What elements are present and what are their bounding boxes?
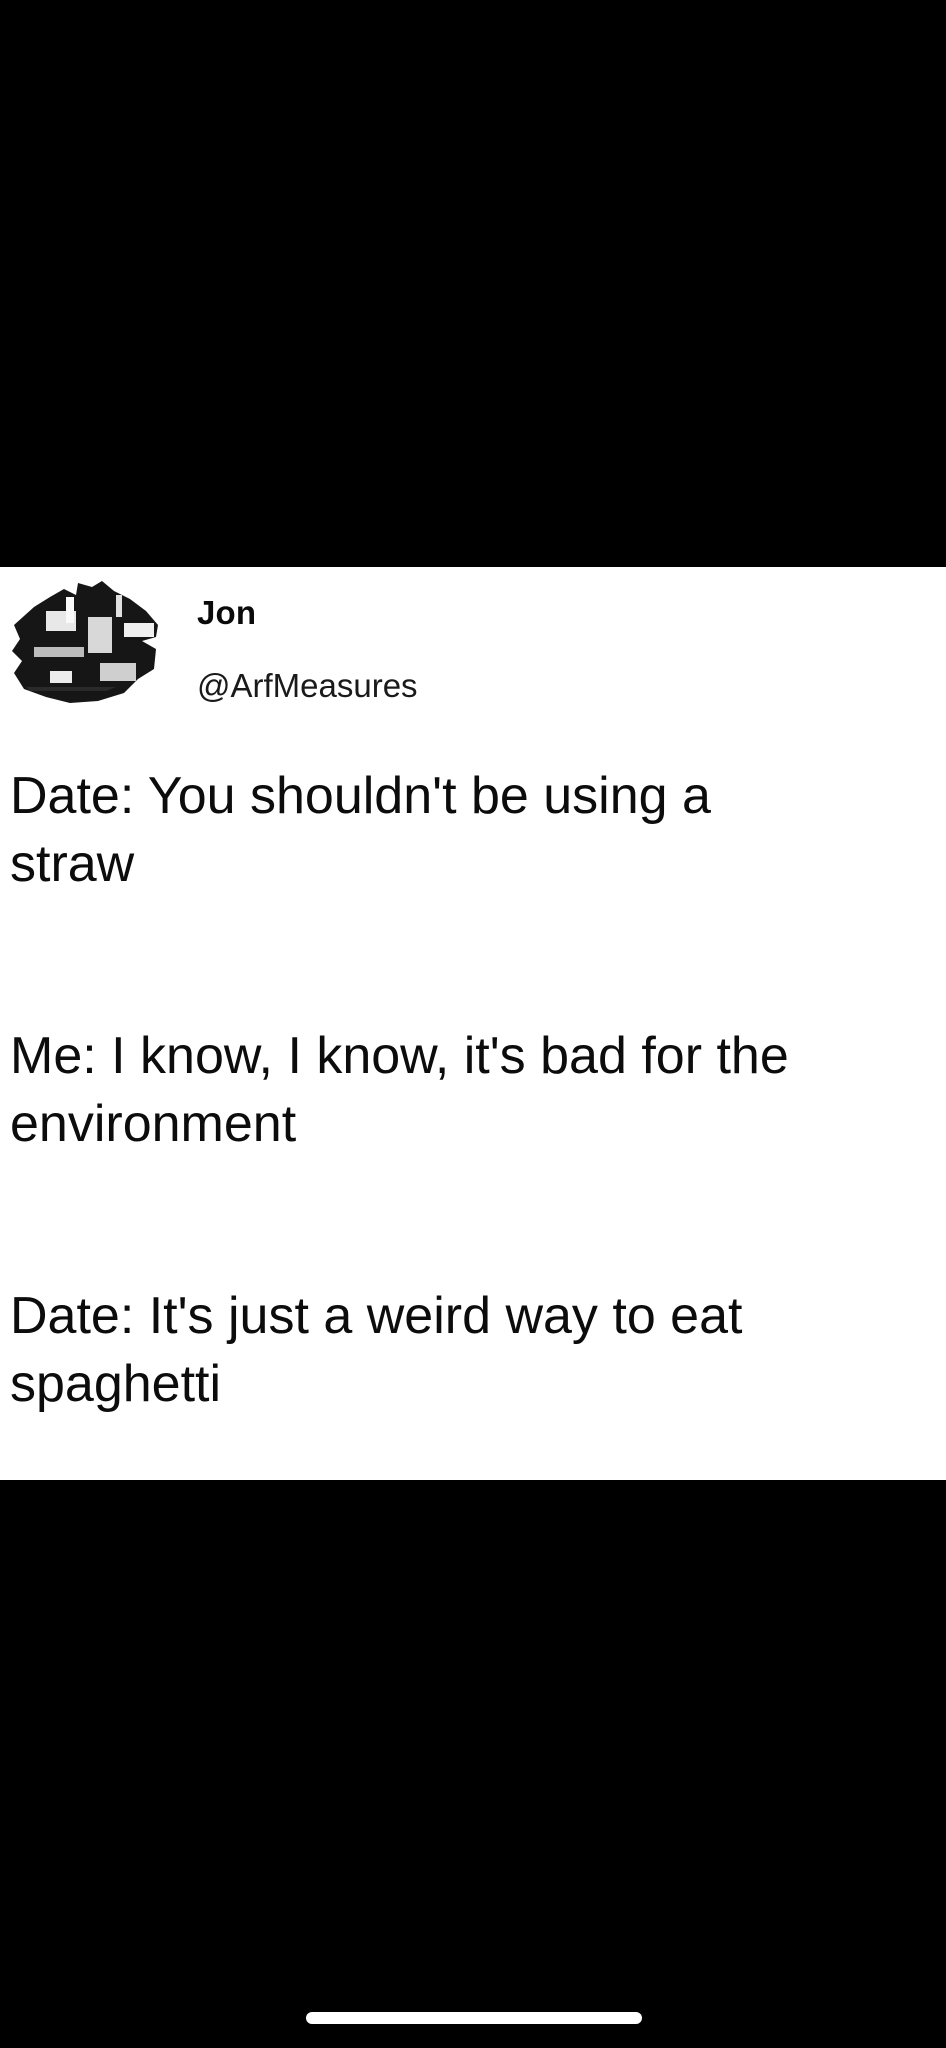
tweet-line: Date: You shouldn't be using a (10, 767, 711, 825)
tweet-text: Date: You shouldn't be using a straw Me:… (10, 762, 940, 1480)
tweet-line: environment (10, 1095, 297, 1153)
tweet-paragraph: Me: I know, I know, it's bad for the env… (10, 1022, 940, 1158)
tweet-line: Date: It's just a weird way to eat (10, 1287, 743, 1345)
home-indicator[interactable] (306, 2012, 642, 2024)
tweet-paragraph: Date: It's just a weird way to eat spagh… (10, 1282, 940, 1418)
tweet-line: Me: I know, I know, it's bad for the (10, 1027, 789, 1085)
tweet-card: Jon @ArfMeasures Date: You shouldn't be … (0, 567, 946, 1480)
tweet-line: straw (10, 835, 135, 893)
avatar-image-icon[interactable] (6, 577, 166, 707)
screenshot-screen: Jon @ArfMeasures Date: You shouldn't be … (0, 0, 946, 2048)
tweet-paragraph: Date: You shouldn't be using a straw (10, 762, 940, 898)
author-handle[interactable]: @ArfMeasures (197, 667, 418, 705)
tweet-line: spaghetti (10, 1355, 222, 1413)
author-display-name[interactable]: Jon (197, 594, 256, 632)
